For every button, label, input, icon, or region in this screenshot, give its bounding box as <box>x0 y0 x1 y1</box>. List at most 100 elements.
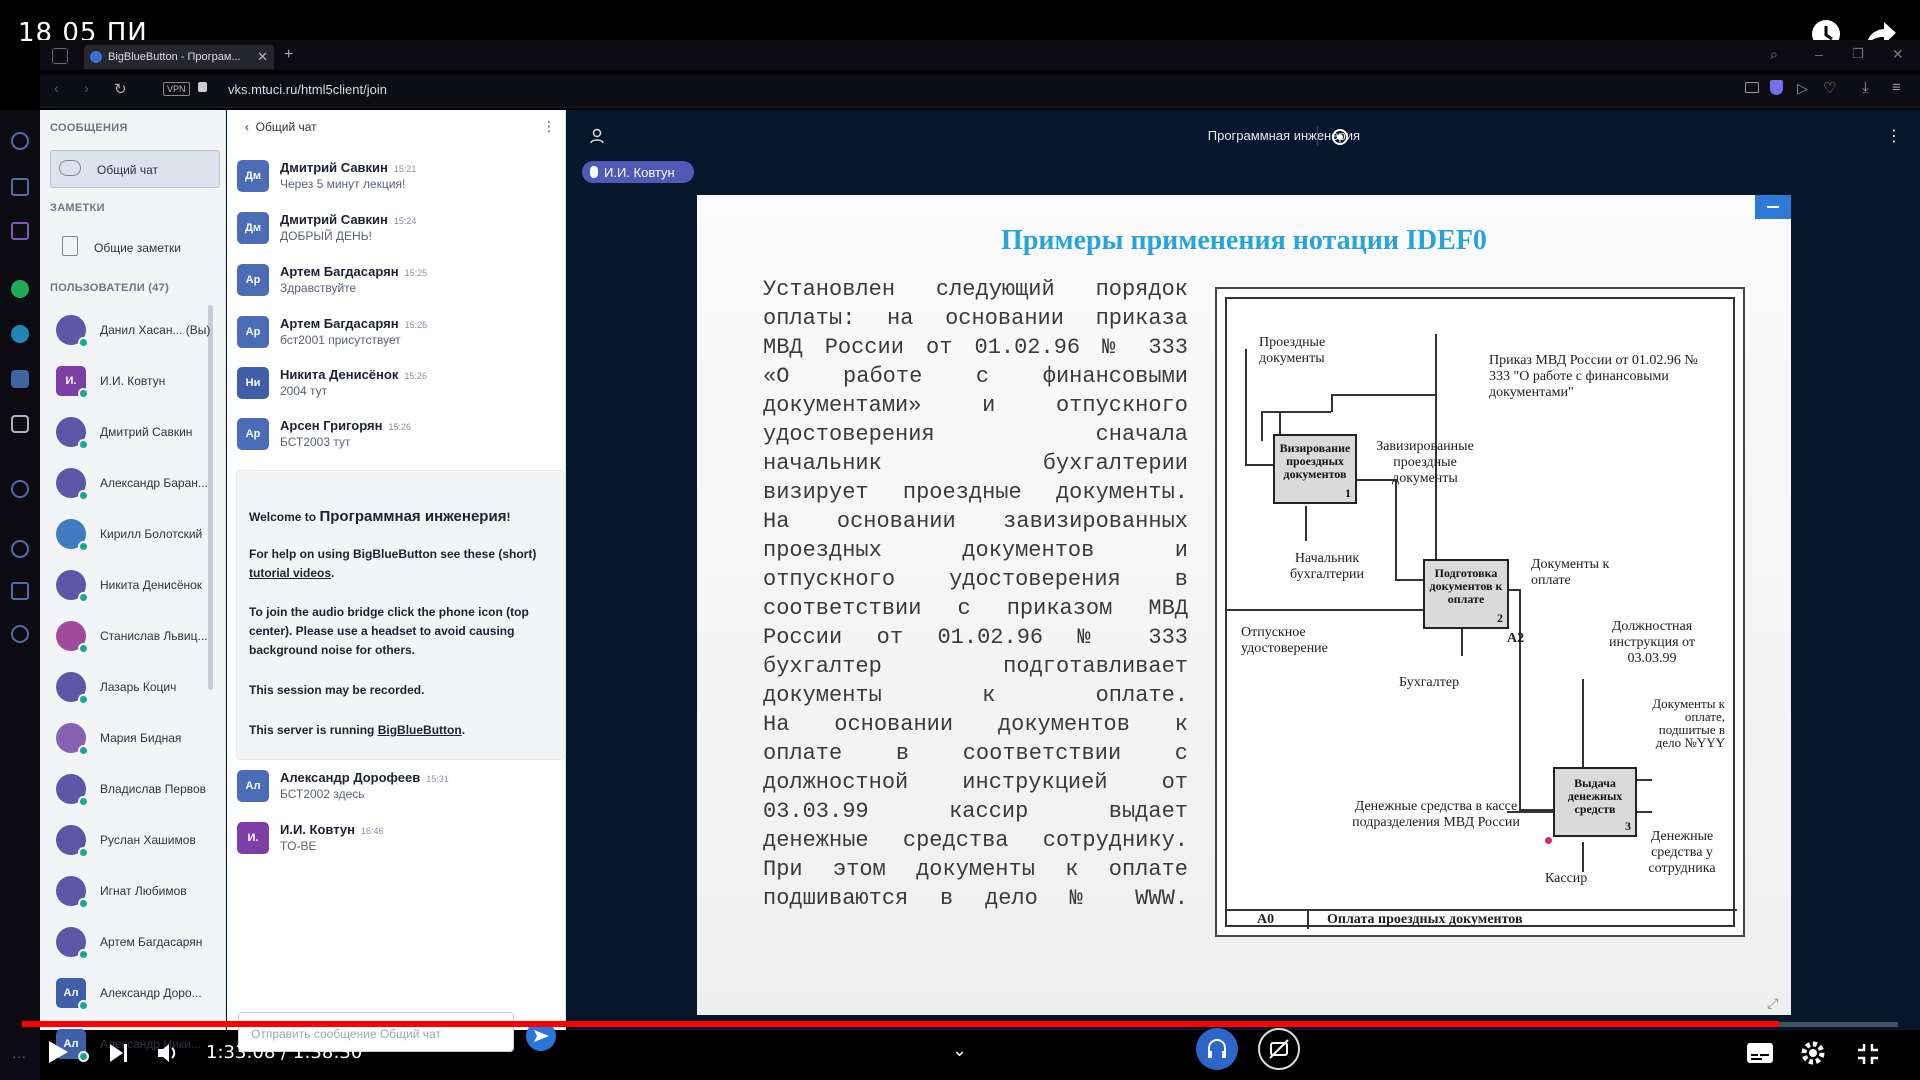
status-badge <box>78 337 89 348</box>
cash-label: Денежные средства в кассе подразделения … <box>1352 799 1520 830</box>
twitch-icon[interactable] <box>11 222 29 240</box>
browser-tab[interactable]: BigBlueButton - Програм... ✕ <box>84 45 274 69</box>
user-list-item[interactable]: Мария Бидная <box>56 718 231 758</box>
whatsapp-icon[interactable] <box>11 280 29 298</box>
box-prepare: Подготовка документов к оплате 2 <box>1423 559 1509 629</box>
menu-icon[interactable]: ≡ <box>1892 79 1901 96</box>
welcome-line: Welcome to Программная инженерия! <box>249 507 559 527</box>
player-icon[interactable] <box>11 480 29 498</box>
close-window-icon[interactable]: ✕ <box>1892 46 1904 63</box>
avatar: Ал <box>56 978 89 1011</box>
user-list-item[interactable]: Станислав Львиц... <box>56 616 231 656</box>
close-tab-icon[interactable]: ✕ <box>257 49 268 65</box>
notes-heading: ЗАМЕТКИ <box>50 202 105 214</box>
message-time: 15:31 <box>426 774 449 784</box>
gear-icon <box>1801 1041 1825 1065</box>
more-icon[interactable]: ··· <box>12 1048 26 1064</box>
cube-icon[interactable] <box>11 582 29 600</box>
user-list-item[interactable]: Ал Александр Ники... <box>56 1024 231 1064</box>
next-button[interactable] <box>108 1042 130 1069</box>
discord-icon[interactable] <box>11 415 29 433</box>
status-badge <box>78 898 89 909</box>
user-list-item[interactable]: Лазарь Коцич <box>56 667 231 707</box>
user-list-item[interactable]: Кирилл Болотский <box>56 514 231 554</box>
user-list-item[interactable]: Руслан Хашимов <box>56 820 231 860</box>
message-text: Через 5 минут лекция! <box>280 177 406 191</box>
bbb-link[interactable]: BigBlueButton <box>378 723 462 737</box>
telegram-icon[interactable] <box>11 325 29 343</box>
vpn-badge[interactable]: VPN <box>163 82 190 96</box>
help-suffix: . <box>331 566 335 580</box>
meeting-options-icon[interactable]: ⋮ <box>1886 126 1902 146</box>
user-list-item[interactable]: Ал Александр Доро... <box>56 973 231 1013</box>
heart-icon[interactable]: ♡ <box>1823 79 1836 97</box>
bag-icon[interactable] <box>11 178 29 196</box>
user-list-item[interactable]: Игнат Любимов <box>56 871 231 911</box>
presentation-slide: Примеры применения нотации IDEF0 Установ… <box>697 195 1791 1015</box>
play-button[interactable] <box>46 1038 70 1071</box>
history-icon[interactable] <box>11 540 29 558</box>
user-list-item[interactable]: Владислав Первов <box>56 769 231 809</box>
box1-label: Визирование проездных документов <box>1279 441 1351 481</box>
message-text: TO-BE <box>280 839 317 853</box>
search-tabs-icon[interactable]: ⌕ <box>1770 46 1778 63</box>
settings-button[interactable] <box>1800 1040 1826 1071</box>
audio-button[interactable] <box>1196 1028 1238 1070</box>
cashier-label: Кассир <box>1545 871 1588 886</box>
lock-icon <box>198 82 207 92</box>
recording-icon[interactable] <box>1332 129 1348 145</box>
users-heading: ПОЛЬЗОВАТЕЛИ (47) <box>50 282 170 294</box>
vk-icon[interactable] <box>11 370 29 388</box>
progress-played <box>22 1021 1780 1027</box>
chat-message: Ар Арсен Григорян 15:26 БСТ2003 тут <box>237 418 557 450</box>
reload-icon[interactable]: ↻ <box>114 80 127 98</box>
chat-message: Дм Дмитрий Савкин 15:21 Через 5 минут лекци… <box>237 160 557 192</box>
user-list-item[interactable]: Артем Багдасарян <box>56 922 231 962</box>
box2-label: Подготовка документов к оплате <box>1429 566 1503 606</box>
minimize-icon[interactable]: – <box>1815 46 1823 62</box>
camera-icon[interactable] <box>1745 82 1759 93</box>
message-text: БСТ2003 тут <box>280 435 351 449</box>
url-field[interactable]: vks.mtuci.ru/html5client/join <box>228 82 387 97</box>
visa-docs-label: Завизированные проездные документы <box>1376 439 1474 486</box>
browser-sidebar: ··· <box>0 110 40 1080</box>
shared-notes-label: Общие заметки <box>94 241 181 255</box>
status-badge <box>78 1000 89 1011</box>
chat-message: Ар Артем Багдасарян 15:25 Здравствуйте <box>237 264 557 296</box>
sender-name: Александр Дорофеев <box>280 770 421 785</box>
user-list-item[interactable]: Дмитрий Савкин <box>56 412 231 452</box>
tab-overview-icon[interactable] <box>52 48 68 64</box>
avatar <box>56 315 89 348</box>
user-icon[interactable] <box>590 128 604 144</box>
play-icon[interactable]: ▷ <box>1797 80 1808 97</box>
public-chat-item[interactable]: Общий чат <box>50 150 220 188</box>
status-badge <box>78 745 89 756</box>
speed-dial-icon[interactable] <box>11 132 29 150</box>
restore-icon[interactable]: ❐ <box>1852 46 1864 62</box>
status-badge <box>78 541 89 552</box>
user-list-item[interactable]: Данил Хасан... (Вы) <box>56 310 231 350</box>
tutorial-link[interactable]: tutorial videos <box>249 566 331 580</box>
chevron-down-icon[interactable]: ⌄ <box>952 1040 967 1061</box>
user-list-item[interactable]: Александр Баран... <box>56 463 231 503</box>
user-list-item[interactable]: И. И.И. Ковтун <box>56 361 231 401</box>
message-time: 16:46 <box>361 826 384 836</box>
sender-name: Артем Багдасарян <box>280 264 399 279</box>
slide-text-line: На основании завизированных <box>763 509 1188 534</box>
fullscreen-slide-icon[interactable]: ⤢ <box>1767 995 1778 1012</box>
exit-fullscreen-button[interactable] <box>1856 1042 1880 1071</box>
subtitles-button[interactable] <box>1746 1042 1774 1069</box>
shield-icon[interactable] <box>1770 80 1783 95</box>
user-name: Кирилл Болотский <box>100 527 203 541</box>
shared-notes-item[interactable]: Общие заметки <box>50 232 220 262</box>
new-tab-icon[interactable]: + <box>284 46 293 64</box>
presenter-name: И.И. Ковтун <box>604 164 675 180</box>
minimize-presentation-button[interactable] <box>1755 195 1791 219</box>
video-toggle-button[interactable] <box>1258 1028 1300 1070</box>
back-icon[interactable]: ‹ <box>54 80 59 97</box>
forward-icon[interactable]: › <box>84 80 89 97</box>
volume-button[interactable] <box>156 1042 180 1069</box>
user-list-item[interactable]: Никита Денисёнок <box>56 565 231 605</box>
download-icon[interactable]: ⤓ <box>1862 79 1869 96</box>
settings-icon[interactable] <box>11 625 29 643</box>
